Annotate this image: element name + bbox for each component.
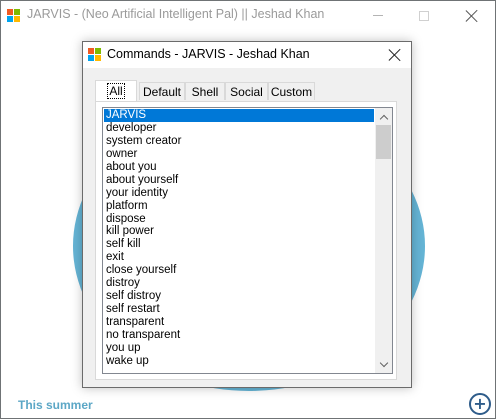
list-item[interactable]: your identity: [104, 187, 374, 200]
list-item[interactable]: distroy: [104, 277, 374, 290]
dialog-title: Commands - JARVIS - Jeshad Khan: [107, 47, 310, 61]
maximize-icon: [419, 10, 429, 21]
tab-custom[interactable]: Custom: [268, 82, 315, 100]
plus-icon: +: [473, 394, 487, 413]
list-item[interactable]: self distroy: [104, 290, 374, 303]
scrollbar-thumb[interactable]: [376, 125, 391, 159]
tab-all[interactable]: All: [95, 80, 137, 101]
minimize-button[interactable]: [355, 1, 401, 30]
tab-label: Shell: [191, 84, 219, 99]
close-icon: [388, 48, 402, 62]
list-item[interactable]: no transparent: [104, 329, 374, 342]
scroll-up-button[interactable]: [375, 108, 392, 125]
main-window-title: JARVIS - (Neo Artificial Intelligent Pal…: [27, 7, 325, 21]
footer-text: This summer: [18, 398, 93, 412]
list-item[interactable]: system creator: [104, 135, 374, 148]
list-item[interactable]: self kill: [104, 238, 374, 251]
tab-label: Custom: [270, 84, 313, 99]
tab-page-all: JARVIS developer system creator owner about …: [95, 101, 397, 380]
main-titlebar[interactable]: JARVIS - (Neo Artificial Intelligent Pal…: [1, 1, 495, 30]
tab-shell[interactable]: Shell: [185, 82, 225, 100]
vertical-scrollbar[interactable]: [375, 108, 392, 373]
dialog-close-button[interactable]: [383, 46, 407, 64]
commands-dialog: Commands - JARVIS - Jeshad Khan All Defa…: [82, 41, 412, 388]
tab-label: All: [107, 83, 125, 99]
dialog-titlebar[interactable]: Commands - JARVIS - Jeshad Khan: [83, 42, 411, 68]
list-item[interactable]: exit: [104, 251, 374, 264]
list-item[interactable]: self restart: [104, 303, 374, 316]
commands-listbox[interactable]: JARVIS developer system creator owner about …: [102, 107, 393, 374]
list-item[interactable]: close yourself: [104, 264, 374, 277]
close-button[interactable]: [449, 1, 495, 30]
list-item[interactable]: platform: [104, 200, 374, 213]
scroll-down-button[interactable]: [375, 356, 392, 373]
list-item[interactable]: about yourself: [104, 174, 374, 187]
commands-list: JARVIS developer system creator owner about …: [104, 109, 374, 368]
close-icon: [465, 9, 479, 23]
dialog-app-icon: [88, 48, 102, 62]
tab-label: Social: [230, 84, 263, 99]
list-item[interactable]: you up: [104, 342, 374, 355]
list-item[interactable]: dispose: [104, 213, 374, 226]
minimize-icon: [373, 15, 383, 16]
maximize-button[interactable]: [401, 1, 447, 30]
list-item[interactable]: owner: [104, 148, 374, 161]
list-item[interactable]: about you: [104, 161, 374, 174]
tab-label: Default: [142, 84, 182, 99]
add-button[interactable]: +: [469, 393, 491, 415]
chevron-down-icon: [379, 358, 388, 367]
list-item[interactable]: developer: [104, 122, 374, 135]
app-icon: [7, 9, 21, 23]
tab-social[interactable]: Social: [225, 82, 268, 100]
tab-default[interactable]: Default: [139, 82, 185, 100]
chevron-up-icon: [379, 114, 388, 123]
list-item[interactable]: transparent: [104, 316, 374, 329]
list-item[interactable]: kill power: [104, 225, 374, 238]
list-item[interactable]: JARVIS: [104, 109, 374, 122]
list-item[interactable]: wake up: [104, 355, 374, 368]
